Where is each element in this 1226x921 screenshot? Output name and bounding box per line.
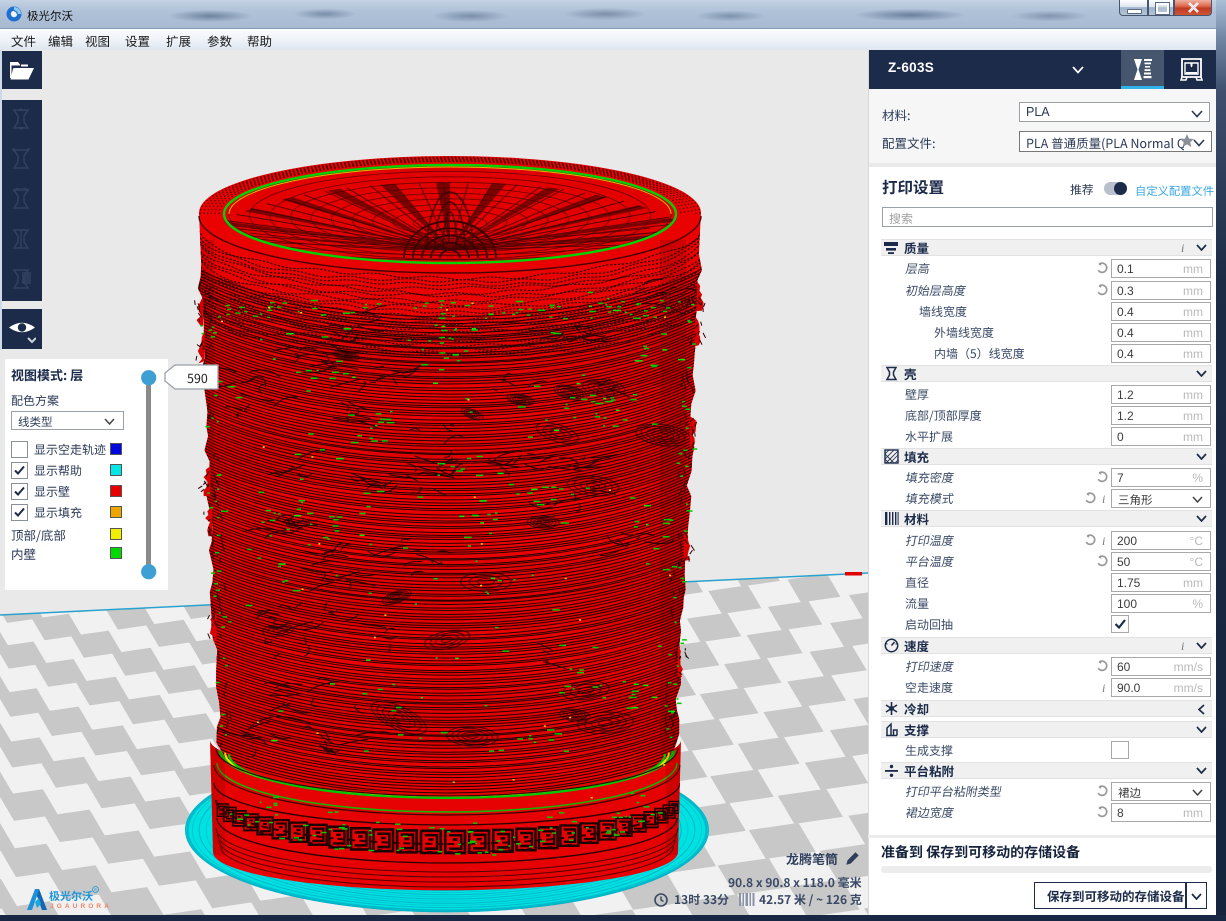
svg-text:i: i <box>1102 681 1105 694</box>
svg-text:i: i <box>1102 492 1105 505</box>
svg-text:i: i <box>1181 639 1184 652</box>
svg-text:i: i <box>1181 241 1184 254</box>
svg-text:i: i <box>1102 534 1105 547</box>
